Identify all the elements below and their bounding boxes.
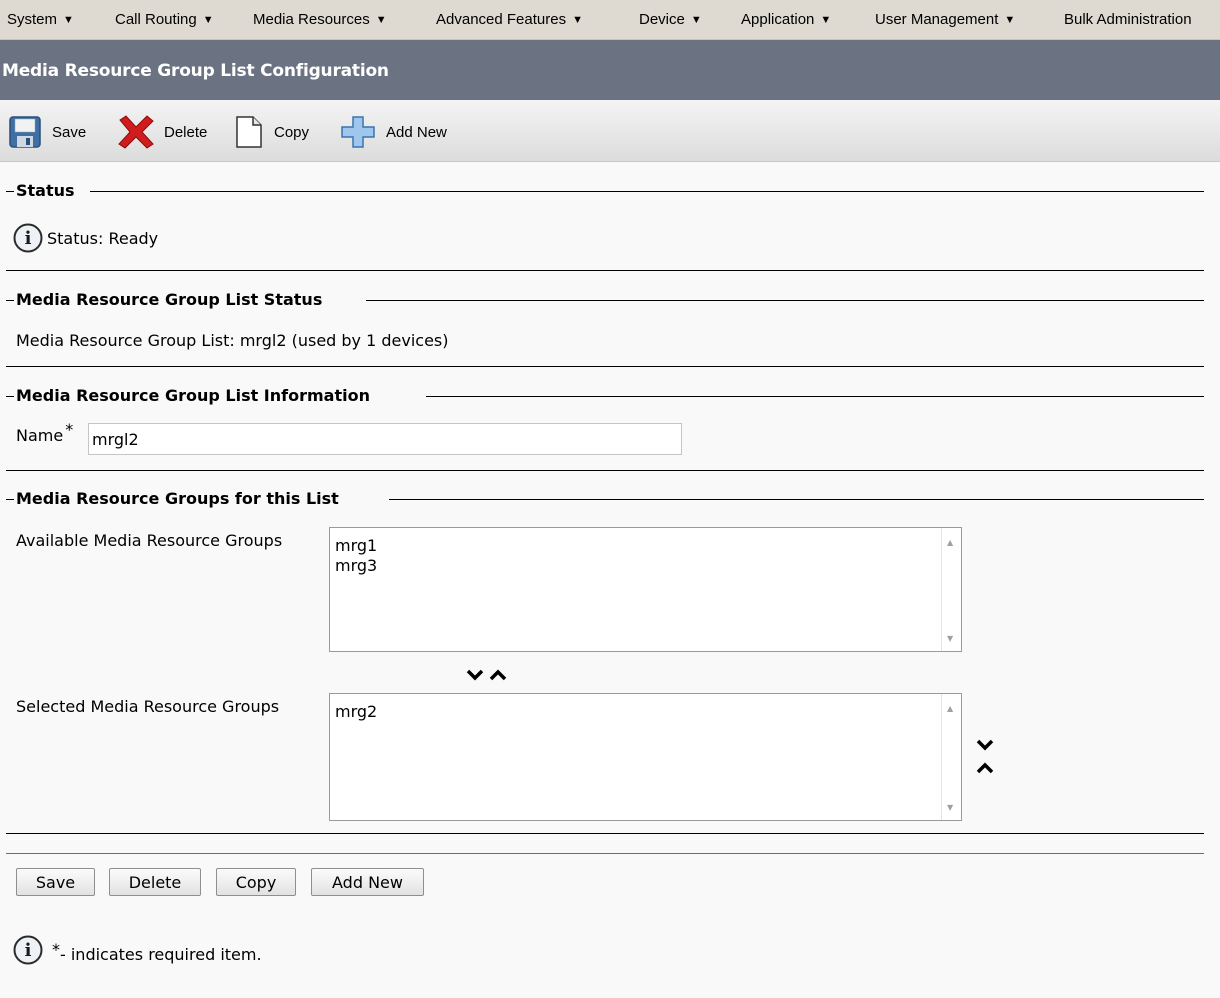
toolbar-add-new-label: Add New — [386, 123, 447, 141]
toolbar-copy-button[interactable]: Copy — [234, 115, 309, 149]
toolbar-save-button[interactable]: Save — [8, 115, 86, 149]
menu-user-management[interactable]: User Management ▼ — [875, 11, 1015, 28]
available-groups-listbox[interactable]: mrg1 mrg3 ▲ ▼ — [329, 527, 962, 652]
page-title-bar: Media Resource Group List Configuration — [0, 40, 1220, 100]
toolbar: Save Delete Copy Add New — [0, 100, 1220, 162]
page-title: Media Resource Group List Configuration — [2, 61, 389, 81]
mrgl-status-text: Media Resource Group List: mrgl2 (used b… — [16, 331, 449, 350]
button-bar-divider — [6, 853, 1204, 854]
toolbar-add-new-button[interactable]: Add New — [340, 115, 447, 149]
document-copy-icon — [236, 116, 262, 148]
list-item[interactable]: mrg1 — [330, 536, 961, 556]
move-down-chevron-icon[interactable] — [466, 669, 484, 681]
delete-button[interactable]: Delete — [109, 868, 201, 896]
add-new-button[interactable]: Add New — [311, 868, 424, 896]
name-input[interactable]: mrgl2 — [88, 423, 682, 455]
main-menu-bar: System ▼ Call Routing ▼ Media Resources ▼ A… — [0, 0, 1220, 40]
toolbar-copy-label: Copy — [274, 123, 310, 141]
available-groups-label: Available Media Resource Groups — [16, 531, 283, 550]
fieldset-border — [6, 499, 14, 500]
list-item[interactable]: mrg2 — [330, 702, 961, 722]
menu-label: Advanced Features — [436, 11, 567, 28]
fieldset-border — [6, 396, 14, 397]
menu-advanced-features[interactable]: Advanced Features ▼ — [436, 11, 583, 28]
listbox-scrollbar[interactable]: ▲ ▼ — [941, 694, 961, 820]
copy-button[interactable]: Copy — [216, 868, 296, 896]
caret-down-icon: ▼ — [1004, 14, 1016, 26]
floppy-disk-icon — [9, 116, 41, 148]
status-text: Status: Ready — [47, 229, 159, 248]
reorder-up-chevron-icon[interactable] — [976, 762, 994, 774]
menu-label: System — [7, 11, 58, 28]
menu-bulk-administration[interactable]: Bulk Administration — [1064, 11, 1192, 28]
required-asterisk: * — [52, 940, 60, 959]
menu-label: Device — [639, 11, 685, 28]
svg-text:i: i — [25, 940, 32, 961]
menu-label: Call Routing — [115, 11, 197, 28]
name-label: Name * — [16, 420, 73, 445]
menu-call-routing[interactable]: Call Routing ▼ — [115, 11, 214, 28]
section-divider — [6, 470, 1204, 471]
delete-x-icon — [118, 115, 154, 149]
info-icon: i — [13, 935, 43, 965]
listbox-options: mrg2 — [330, 694, 961, 722]
toolbar-delete-button[interactable]: Delete — [116, 115, 207, 149]
section-divider — [6, 366, 1204, 367]
toolbar-save-label: Save — [52, 123, 87, 141]
move-up-chevron-icon[interactable] — [489, 669, 507, 681]
section-divider — [6, 833, 1204, 834]
save-button[interactable]: Save — [16, 868, 95, 896]
fieldset-border — [6, 300, 14, 301]
scroll-up-icon[interactable]: ▲ — [947, 538, 953, 547]
fieldset-border — [366, 300, 1204, 301]
menu-label: Bulk Administration — [1064, 11, 1192, 28]
menu-system[interactable]: System ▼ — [7, 11, 74, 28]
list-item[interactable]: mrg3 — [330, 556, 961, 576]
menu-device[interactable]: Device ▼ — [639, 11, 702, 28]
listbox-options: mrg1 mrg3 — [330, 528, 961, 576]
svg-text:i: i — [25, 228, 32, 249]
mrgl-information-legend: Media Resource Group List Information — [16, 386, 374, 405]
caret-down-icon: ▼ — [572, 14, 583, 26]
caret-down-icon: ▼ — [820, 14, 832, 26]
scroll-up-icon[interactable]: ▲ — [947, 704, 953, 713]
toolbar-delete-label: Delete — [164, 123, 208, 141]
fieldset-border — [6, 191, 14, 192]
required-asterisk: * — [65, 420, 74, 439]
selected-groups-label: Selected Media Resource Groups — [16, 697, 280, 716]
name-label-text: Name — [16, 426, 64, 445]
menu-label: Media Resources — [253, 11, 370, 28]
menu-label: User Management — [875, 11, 999, 28]
caret-down-icon: ▼ — [202, 14, 214, 26]
caret-down-icon: ▼ — [690, 14, 702, 26]
caret-down-icon: ▼ — [63, 14, 74, 26]
menu-media-resources[interactable]: Media Resources ▼ — [253, 11, 387, 28]
listbox-scrollbar[interactable]: ▲ ▼ — [941, 528, 961, 651]
required-note: *- indicates required item. — [52, 940, 262, 964]
required-note-text: - indicates required item. — [60, 945, 262, 964]
reorder-down-chevron-icon[interactable] — [976, 739, 994, 751]
fieldset-border — [90, 191, 1204, 192]
info-icon: i — [13, 223, 43, 253]
plus-add-icon — [341, 116, 375, 148]
section-divider — [6, 270, 1204, 271]
caret-down-icon: ▼ — [375, 14, 387, 26]
menu-label: Application — [741, 11, 815, 28]
groups-legend: Media Resource Groups for this List — [16, 489, 343, 508]
selected-groups-listbox[interactable]: mrg2 ▲ ▼ — [329, 693, 962, 821]
scroll-down-icon[interactable]: ▼ — [947, 634, 953, 643]
menu-application[interactable]: Application ▼ — [741, 11, 831, 28]
scroll-down-icon[interactable]: ▼ — [947, 803, 953, 812]
fieldset-border — [426, 396, 1204, 397]
fieldset-border — [389, 499, 1204, 500]
mrgl-status-legend: Media Resource Group List Status — [16, 290, 327, 309]
status-legend: Status — [16, 181, 79, 200]
